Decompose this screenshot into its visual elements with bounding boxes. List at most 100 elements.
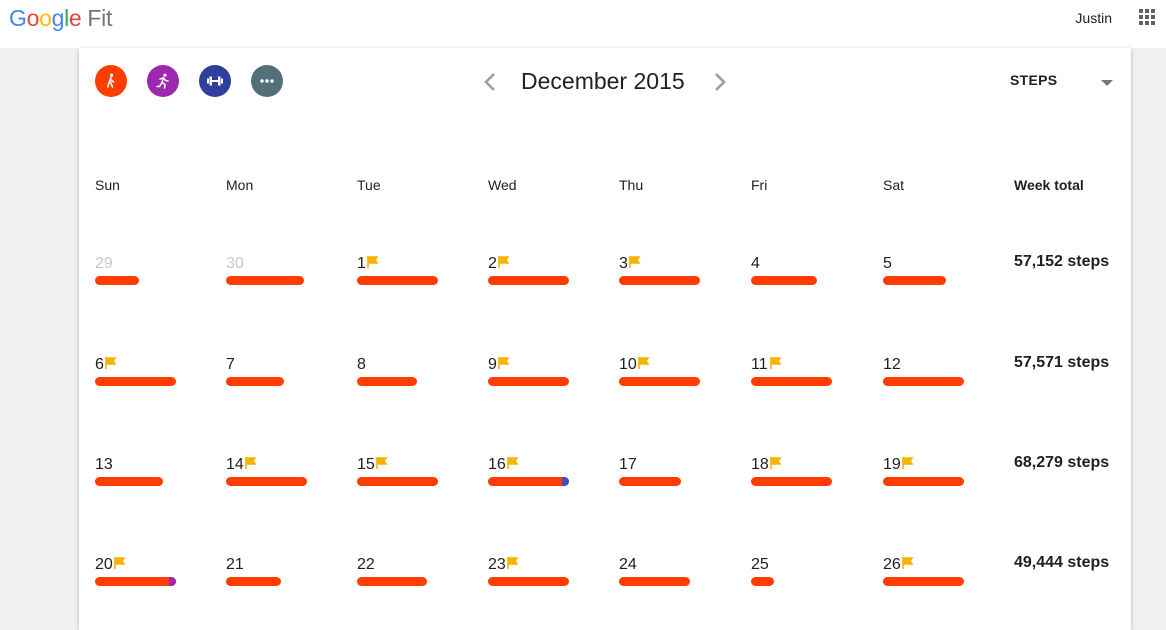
calendar-day-cell[interactable]: 18 — [751, 456, 861, 496]
calendar-day-cell[interactable]: 24 — [619, 556, 729, 596]
day-number: 2 — [488, 255, 497, 272]
google-fit-logo[interactable]: Google Fit — [9, 5, 112, 32]
day-header-sun: Sun — [95, 177, 120, 193]
calendar-day-cell[interactable]: 19 — [883, 456, 993, 496]
apps-grid-icon[interactable] — [1139, 9, 1156, 26]
day-number: 4 — [751, 255, 760, 272]
calendar-day-cell[interactable]: 12 — [883, 356, 993, 396]
walking-filter-button[interactable] — [95, 65, 127, 97]
goal-flag-icon — [507, 457, 519, 469]
week-total-value: 49,444 steps — [1014, 554, 1110, 571]
calendar-day-cell[interactable]: 4 — [751, 255, 861, 295]
goal-flag-icon — [376, 457, 388, 469]
calendar-day-cell[interactable]: 2 — [488, 255, 598, 295]
goal-flag-icon — [629, 256, 641, 268]
calendar-day-cell[interactable]: 15 — [357, 456, 467, 496]
previous-month-button[interactable] — [481, 72, 499, 92]
goal-flag-icon — [902, 557, 914, 569]
day-header-fri: Fri — [751, 177, 768, 193]
day-number: 25 — [751, 556, 769, 573]
top-bar: Google Fit Justin — [0, 0, 1166, 48]
more-activities-button[interactable] — [251, 65, 283, 97]
calendar-day-cell[interactable]: 20 — [95, 556, 205, 596]
day-header-tue: Tue — [357, 177, 381, 193]
steps-progress-bar — [751, 477, 832, 486]
week-total-value: 57,571 steps — [1014, 354, 1110, 371]
week-total-value: 57,152 steps — [1014, 253, 1110, 270]
dropdown-caret-icon[interactable] — [1101, 80, 1113, 86]
metric-dropdown[interactable]: STEPS — [1010, 72, 1057, 88]
calendar-day-cell[interactable]: 9 — [488, 356, 598, 396]
calendar-day-cell[interactable]: 6 — [95, 356, 205, 396]
goal-flag-icon — [245, 457, 257, 469]
activity-segment — [169, 577, 176, 586]
goal-flag-icon — [770, 457, 782, 469]
day-number: 5 — [883, 255, 892, 272]
calendar-day-cell[interactable]: 13 — [95, 456, 205, 496]
day-number: 19 — [883, 456, 901, 473]
calendar-day-cell[interactable]: 30 — [226, 255, 336, 295]
month-title: December 2015 — [521, 68, 685, 94]
steps-progress-bar — [883, 477, 964, 486]
strength-filter-button[interactable] — [199, 65, 231, 97]
day-number: 24 — [619, 556, 637, 573]
day-number: 7 — [226, 356, 235, 373]
goal-flag-icon — [498, 256, 510, 268]
calendar-day-cell[interactable]: 8 — [357, 356, 467, 396]
day-number: 10 — [619, 356, 637, 373]
goal-flag-icon — [105, 357, 117, 369]
day-number: 23 — [488, 556, 506, 573]
day-number: 22 — [357, 556, 375, 573]
calendar-day-cell[interactable]: 10 — [619, 356, 729, 396]
day-header-wed: Wed — [488, 177, 517, 193]
day-number: 17 — [619, 456, 637, 473]
steps-progress-bar — [226, 377, 284, 386]
strength-icon — [207, 76, 223, 86]
day-number: 21 — [226, 556, 244, 573]
steps-progress-bar — [95, 377, 176, 386]
goal-flag-icon — [902, 457, 914, 469]
calendar-day-cell[interactable]: 16 — [488, 456, 598, 496]
calendar-day-cell[interactable]: 3 — [619, 255, 729, 295]
google-wordmark: Google — [9, 5, 82, 31]
steps-progress-bar — [488, 477, 569, 486]
steps-progress-bar — [226, 276, 304, 285]
steps-progress-bar — [488, 377, 569, 386]
day-number: 6 — [95, 356, 104, 373]
steps-progress-bar — [226, 477, 307, 486]
steps-progress-bar — [751, 577, 774, 586]
calendar-day-cell[interactable]: 11 — [751, 356, 861, 396]
running-filter-button[interactable] — [147, 65, 179, 97]
day-header-sat: Sat — [883, 177, 905, 193]
goal-flag-icon — [770, 357, 782, 369]
steps-progress-bar — [488, 276, 569, 285]
calendar-day-cell[interactable]: 5 — [883, 255, 993, 295]
day-header-thu: Thu — [619, 177, 644, 193]
day-number: 18 — [751, 456, 769, 473]
next-month-button[interactable] — [711, 72, 729, 92]
calendar-day-cell[interactable]: 14 — [226, 456, 336, 496]
calendar-day-cell[interactable]: 1 — [357, 255, 467, 295]
day-header-mon: Mon — [226, 177, 254, 193]
calendar-day-cell[interactable]: 25 — [751, 556, 861, 596]
day-number: 1 — [357, 255, 366, 272]
day-number: 16 — [488, 456, 506, 473]
day-number: 11 — [751, 356, 768, 373]
steps-progress-bar — [619, 377, 700, 386]
week-total-value: 68,279 steps — [1014, 454, 1110, 471]
calendar-day-cell[interactable]: 23 — [488, 556, 598, 596]
calendar-day-cell[interactable]: 26 — [883, 556, 993, 596]
account-name[interactable]: Justin — [1075, 10, 1112, 26]
calendar-day-cell[interactable]: 7 — [226, 356, 336, 396]
goal-flag-icon — [638, 357, 650, 369]
logo-letter: e — [68, 5, 82, 31]
calendar-day-cell[interactable]: 29 — [95, 255, 205, 295]
steps-progress-bar — [883, 276, 946, 285]
steps-progress-bar — [95, 276, 139, 285]
calendar-day-cell[interactable]: 21 — [226, 556, 336, 596]
logo-letter: G — [9, 5, 27, 31]
steps-progress-bar — [226, 577, 281, 586]
calendar-day-cell[interactable]: 22 — [357, 556, 467, 596]
chevron-right-icon — [715, 73, 726, 91]
calendar-day-cell[interactable]: 17 — [619, 456, 729, 496]
